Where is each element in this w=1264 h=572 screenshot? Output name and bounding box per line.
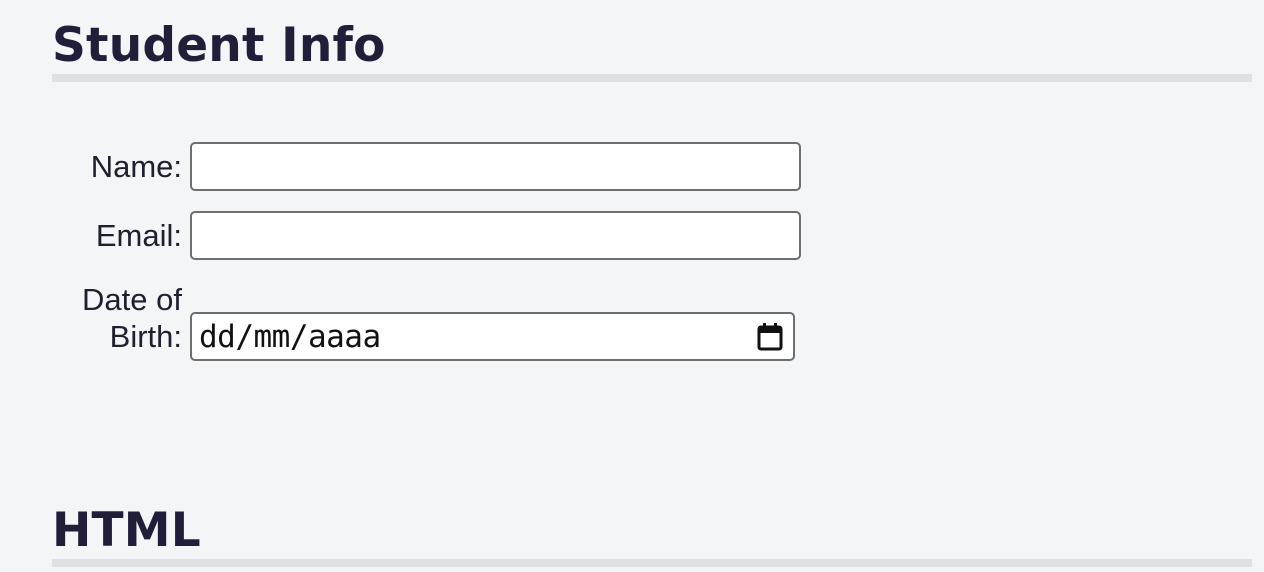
student-info-heading: Student Info — [52, 18, 1252, 82]
calendar-icon[interactable] — [757, 322, 783, 352]
dob-label: Date of Birth: — [40, 281, 190, 361]
name-row: Name: — [40, 142, 801, 191]
name-label: Name: — [90, 149, 182, 184]
dob-label-line2: Birth: — [109, 319, 182, 354]
dob-row: Date of Birth: dd/mm/aaaa — [40, 281, 795, 361]
dob-date-input[interactable]: dd/mm/aaaa — [190, 312, 795, 361]
dob-label-line1: Date of — [82, 282, 182, 317]
email-row: Email: — [40, 211, 801, 260]
name-input[interactable] — [190, 142, 801, 191]
email-input[interactable] — [190, 211, 801, 260]
dob-date-text: dd/mm/aaaa — [199, 318, 381, 355]
email-label: Email: — [95, 218, 182, 253]
html-heading: HTML — [52, 503, 1252, 567]
